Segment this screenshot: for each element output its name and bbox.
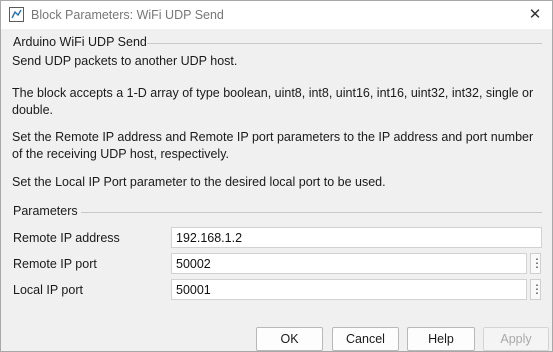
window-title: Block Parameters: WiFi UDP Send (31, 8, 224, 22)
parameters-group-divider (81, 212, 542, 213)
description-paragraph: Send UDP packets to another UDP host. (12, 54, 238, 68)
local-ip-port-menu-icon[interactable]: ⋮ (530, 279, 543, 300)
ok-button[interactable]: OK (256, 327, 323, 351)
help-button[interactable]: Help (407, 327, 475, 351)
description-paragraph: Set the Local IP Port parameter to the d… (12, 175, 386, 189)
parameters-group-title: Parameters (13, 204, 78, 218)
local-ip-port-label: Local IP port (13, 283, 83, 297)
title-bar: Block Parameters: WiFi UDP Send ✕ (1, 1, 552, 29)
cancel-button[interactable]: Cancel (332, 327, 399, 351)
remote-ip-port-label: Remote IP port (13, 257, 97, 271)
close-icon[interactable]: ✕ (524, 4, 546, 26)
block-parameters-icon (9, 7, 24, 22)
remote-ip-address-label: Remote IP address (13, 231, 120, 245)
description-paragraph: Set the Remote IP address and Remote IP … (12, 130, 534, 161)
remote-ip-port-field[interactable]: 50002 (171, 253, 527, 274)
dialog-window: Block Parameters: WiFi UDP Send ✕ Arduin… (0, 0, 553, 352)
apply-button[interactable]: Apply (483, 327, 549, 351)
remote-ip-address-field[interactable]: 192.168.1.2 (171, 227, 542, 248)
local-ip-port-field[interactable]: 50001 (171, 279, 527, 300)
description-paragraph: The block accepts a 1-D array of type bo… (12, 86, 534, 117)
remote-ip-port-menu-icon[interactable]: ⋮ (530, 253, 543, 274)
block-group-divider (147, 43, 542, 44)
block-group-title: Arduino WiFi UDP Send (13, 35, 147, 49)
